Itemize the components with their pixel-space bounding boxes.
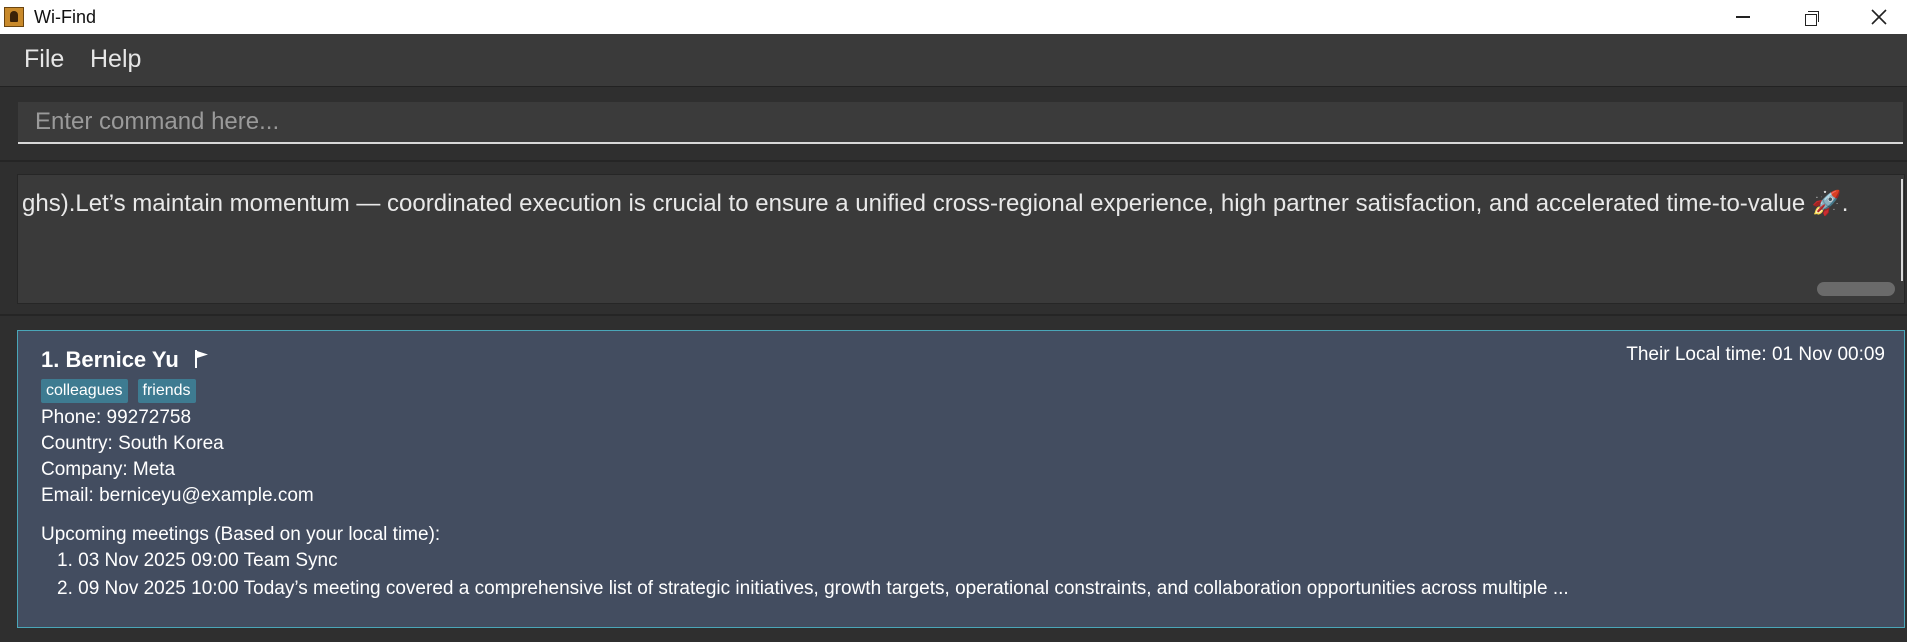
tag: friends	[137, 379, 196, 403]
app-icon	[4, 7, 24, 27]
minimize-button[interactable]	[1710, 0, 1776, 34]
person-list: 1. Bernice Yu Their Local time: 01 Nov 0…	[0, 318, 1907, 642]
title-bar: Wi-Find	[0, 0, 1907, 34]
email-field: Email: berniceyu@example.com	[41, 485, 314, 506]
window-title: Wi-Find	[34, 7, 96, 27]
restore-icon	[1804, 10, 1819, 26]
person-card[interactable]: 1. Bernice Yu Their Local time: 01 Nov 0…	[17, 330, 1905, 628]
result-display[interactable]: ghs).Let’s maintain momentum — coordinat…	[17, 174, 1905, 304]
menu-file[interactable]: File	[24, 45, 64, 74]
minimize-icon	[1736, 16, 1750, 18]
meeting-item: 1. 03 Nov 2025 09:00 Team Sync	[57, 550, 338, 571]
country-field: Country: South Korea	[41, 433, 224, 454]
tag: colleagues	[41, 379, 128, 403]
tag-list: colleagues friends	[41, 379, 196, 403]
command-panel	[0, 88, 1907, 162]
local-time: Their Local time: 01 Nov 00:09	[1626, 344, 1885, 365]
text-cursor	[1901, 179, 1903, 281]
restore-button[interactable]	[1778, 0, 1844, 34]
command-box	[18, 102, 1903, 144]
menu-bar: File Help	[0, 34, 1907, 87]
phone-field: Phone: 99272758	[41, 407, 192, 428]
flag-icon	[195, 350, 208, 368]
horizontal-scrollbar[interactable]	[1817, 282, 1895, 296]
meeting-item: 2. 09 Nov 2025 10:00 Today’s meeting cov…	[57, 578, 1569, 599]
close-icon	[1871, 9, 1887, 25]
result-panel: ghs).Let’s maintain momentum — coordinat…	[0, 164, 1907, 316]
menu-help[interactable]: Help	[90, 45, 141, 74]
person-name: 1. Bernice Yu	[41, 347, 179, 372]
close-button[interactable]	[1846, 0, 1907, 34]
meetings-label: Upcoming meetings (Based on your local t…	[41, 524, 441, 545]
command-input[interactable]	[18, 102, 1903, 142]
company-field: Company: Meta	[41, 459, 176, 480]
result-text: ghs).Let’s maintain momentum — coordinat…	[22, 190, 1849, 217]
